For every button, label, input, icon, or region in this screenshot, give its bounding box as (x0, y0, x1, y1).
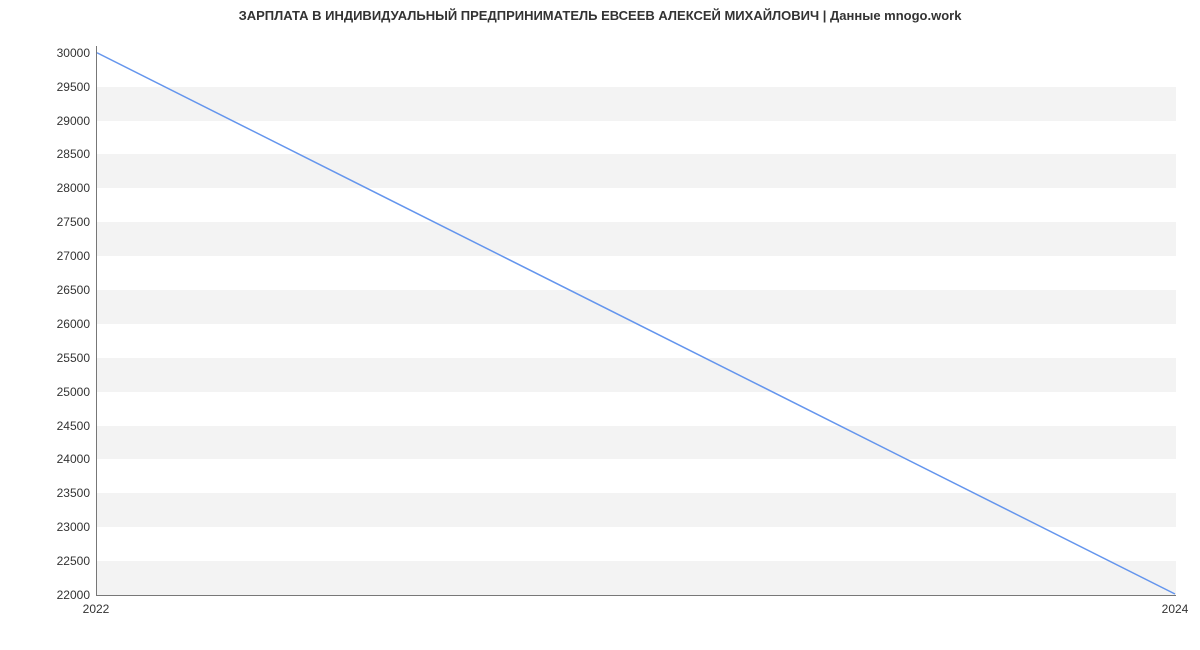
y-tick-label: 24500 (10, 419, 90, 433)
y-tick-label: 30000 (10, 46, 90, 60)
x-tick-label: 2024 (1162, 602, 1189, 616)
plot-area (96, 46, 1176, 596)
salary-chart: ЗАРПЛАТА В ИНДИВИДУАЛЬНЫЙ ПРЕДПРИНИМАТЕЛ… (0, 0, 1200, 650)
y-tick-label: 25000 (10, 385, 90, 399)
y-tick-label: 23000 (10, 520, 90, 534)
y-tick-label: 26000 (10, 317, 90, 331)
y-tick-label: 22000 (10, 588, 90, 602)
y-tick-label: 24000 (10, 452, 90, 466)
y-tick-label: 22500 (10, 554, 90, 568)
y-tick-label: 29000 (10, 114, 90, 128)
y-tick-label: 25500 (10, 351, 90, 365)
y-tick-label: 28500 (10, 147, 90, 161)
y-tick-label: 29500 (10, 80, 90, 94)
chart-title: ЗАРПЛАТА В ИНДИВИДУАЛЬНЫЙ ПРЕДПРИНИМАТЕЛ… (0, 8, 1200, 23)
y-tick-label: 27500 (10, 215, 90, 229)
y-tick-label: 27000 (10, 249, 90, 263)
y-tick-label: 23500 (10, 486, 90, 500)
data-line (97, 53, 1175, 594)
line-series (97, 46, 1176, 595)
y-tick-label: 26500 (10, 283, 90, 297)
y-tick-label: 28000 (10, 181, 90, 195)
x-tick-label: 2022 (83, 602, 110, 616)
